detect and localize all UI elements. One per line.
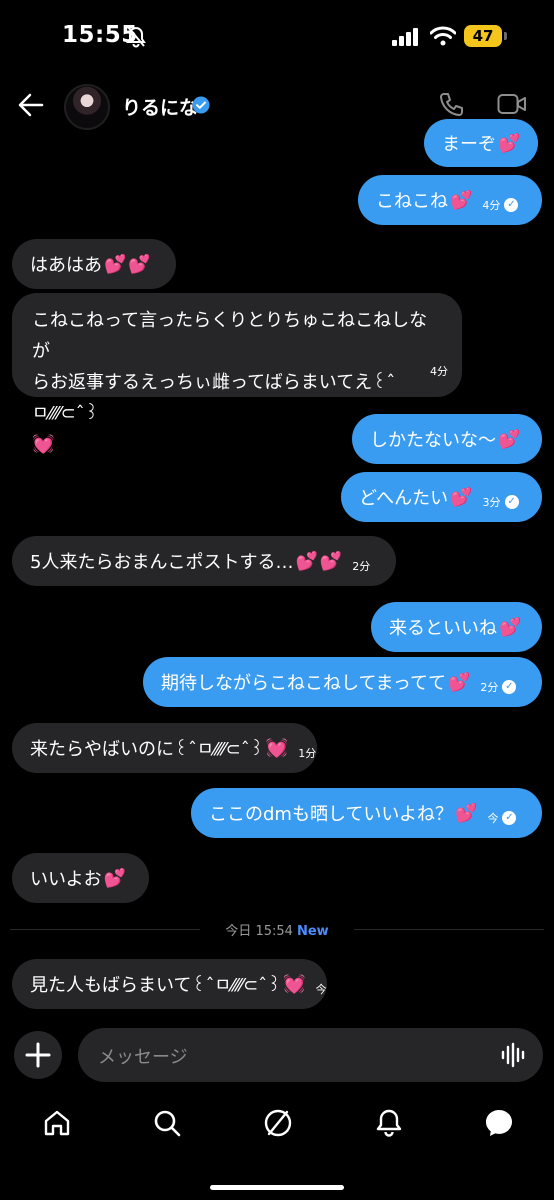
message-time: 今 — [487, 812, 499, 825]
signal-icon — [392, 28, 418, 46]
hearts-emoji: 💕 — [104, 253, 127, 275]
waveform-icon[interactable] — [501, 1042, 527, 1068]
message-text: 期待しながらこねこねしてまってて — [161, 673, 446, 694]
message-meta: 3分 ✓ — [483, 494, 519, 510]
message-outgoing[interactable]: 期待しながらこねこねしてまってて 💕 2分 ✓ — [143, 657, 542, 707]
contact-name[interactable]: りるにな — [122, 93, 198, 120]
message-meta: 今 ✓ — [487, 810, 517, 826]
home-icon[interactable] — [42, 1108, 72, 1138]
phone-icon[interactable] — [438, 92, 464, 118]
seen-check-icon: ✓ — [504, 198, 519, 212]
seen-check-icon: ✓ — [502, 680, 517, 694]
message-time: 4分 — [482, 199, 501, 212]
message-meta: 4分 ✓ — [482, 197, 519, 213]
home-indicator — [210, 1185, 344, 1190]
hearts-emoji: 💕 — [103, 867, 127, 889]
new-label: New — [296, 924, 329, 939]
message-input-placeholder: メッセージ — [98, 1047, 188, 1068]
message-time: 2分 — [480, 681, 499, 694]
message-outgoing[interactable]: どへんたい 💕 3分 ✓ — [341, 472, 542, 522]
message-text: まーぞ — [442, 134, 496, 155]
hearts-emoji: 💕 — [455, 802, 478, 824]
message-text: 見た人もばらまいて꒰ˆㅁ⁄⁄⁄⁄⊂ˆ꒱ — [30, 975, 282, 996]
bell-muted-icon — [126, 26, 146, 48]
message-time: 2分 — [352, 560, 371, 573]
verified-badge-icon — [192, 96, 210, 114]
message-text: ここのdmも晒していいよね？ — [209, 804, 454, 825]
divider-line — [10, 929, 200, 930]
hearts-emoji: 💕 — [498, 428, 521, 450]
hearts-emoji: 💕 — [499, 616, 522, 638]
message-incoming[interactable]: 見た人もばらまいて꒰ˆㅁ⁄⁄⁄⁄⊂ˆ꒱ 💓 今 — [12, 959, 327, 1009]
message-input[interactable]: メッセージ — [78, 1028, 543, 1082]
message-incoming[interactable]: いいよお 💕 — [12, 853, 149, 903]
message-time: 今 — [315, 983, 327, 996]
message-text: いいよお — [30, 869, 102, 890]
video-camera-icon[interactable] — [497, 92, 527, 116]
bell-icon[interactable] — [374, 1108, 404, 1138]
message-text: 来たらやばいのに꒰ˆㅁ⁄⁄⁄⁄⊂ˆ꒱ — [30, 739, 264, 760]
heart-emoji: 💓 — [283, 973, 306, 995]
message-time: 1分 — [298, 747, 317, 760]
message-outgoing[interactable]: 来るといいね 💕 — [371, 602, 542, 652]
divider-line — [354, 929, 544, 930]
battery-nub — [504, 32, 507, 40]
message-incoming[interactable]: 5人来たらおまんこポストする… 💕 💕 2分 — [12, 536, 396, 586]
date-divider: 今日 15:54 New — [0, 920, 554, 939]
message-text: 5人来たらおまんこポストする… — [30, 552, 294, 573]
hearts-emoji: 💕 — [447, 671, 471, 693]
message-outgoing[interactable]: まーぞ 💕 — [424, 119, 539, 167]
heart-emoji: 💓 — [265, 737, 289, 759]
status-bar: 15:55 47 — [0, 0, 554, 70]
message-incoming[interactable]: はあはあ 💕 💕 — [12, 239, 176, 289]
hearts-emoji: 💕 — [295, 550, 318, 572]
message-text: こねこね — [376, 191, 448, 212]
hearts-emoji: 💕 — [498, 132, 521, 154]
message-text: 来るといいね — [389, 618, 497, 639]
message-outgoing[interactable]: しかたないな〜 💕 — [352, 414, 542, 464]
explore-icon[interactable] — [263, 1108, 293, 1138]
divider-label: 今日 15:54 — [225, 924, 293, 939]
back-arrow-icon[interactable] — [18, 92, 44, 118]
message-time: 3分 — [482, 496, 501, 509]
message-outgoing[interactable]: ここのdmも晒していいよね？ 💕 今 ✓ — [191, 788, 542, 838]
seen-check-icon: ✓ — [502, 811, 517, 825]
hearts-emoji: 💕 — [128, 253, 151, 275]
message-incoming[interactable]: こねこねって言ったらくりとりちゅこねこねしなが らお返事するえっちぃ雌ってばらま… — [12, 293, 462, 455]
message-text: しかたないな〜 — [370, 430, 496, 451]
contact-avatar[interactable] — [64, 84, 110, 130]
message-text-line: こねこねって言ったらくりとりちゅこねこねしなが — [32, 310, 428, 362]
message-incoming[interactable]: 来たらやばいのに꒰ˆㅁ⁄⁄⁄⁄⊂ˆ꒱ 💓 1分 — [12, 723, 317, 773]
hearts-emoji: 💕 — [319, 550, 343, 572]
wifi-icon — [430, 26, 456, 46]
hearts-emoji: 💕 — [450, 189, 473, 211]
plus-icon — [25, 1042, 51, 1068]
search-icon[interactable] — [152, 1108, 182, 1138]
add-attachment-button[interactable] — [14, 1031, 62, 1079]
message-meta: 2分 ✓ — [480, 679, 517, 695]
battery-indicator: 47 — [464, 25, 502, 47]
message-time: 4分 — [430, 365, 448, 378]
hearts-emoji: 💕 — [450, 486, 473, 508]
messages-icon[interactable] — [484, 1108, 514, 1138]
message-text: どへんたい — [359, 488, 449, 509]
message-text: はあはあ — [30, 255, 102, 276]
message-outgoing[interactable]: こねこね 💕 4分 ✓ — [358, 175, 542, 225]
seen-check-icon: ✓ — [504, 495, 519, 509]
